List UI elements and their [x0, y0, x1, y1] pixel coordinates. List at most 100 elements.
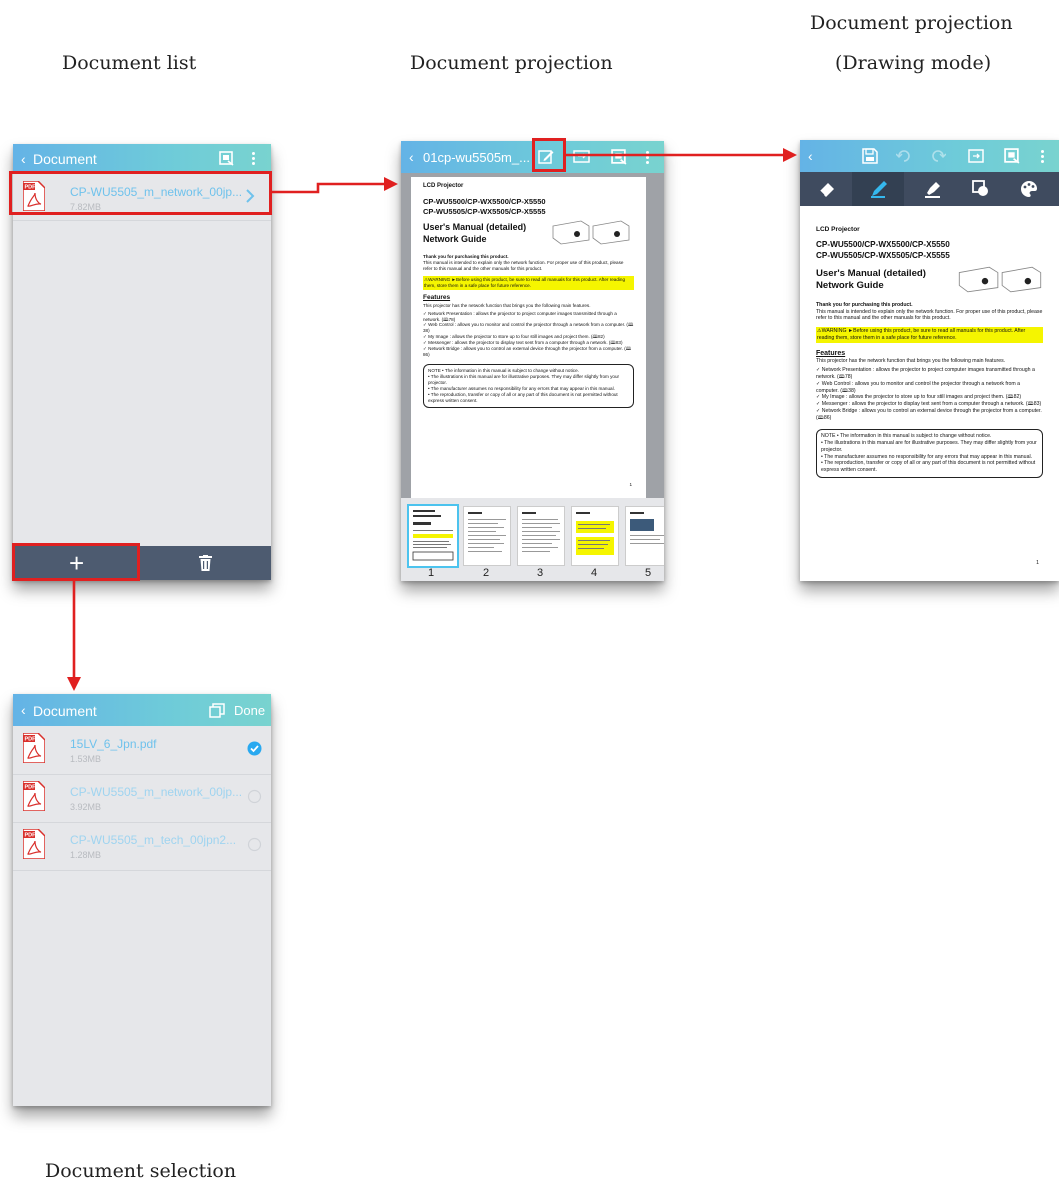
- back-button[interactable]: ‹: [409, 149, 414, 165]
- arrow-head: [384, 177, 398, 191]
- mirror-icon[interactable]: [573, 150, 590, 165]
- checked-circle-icon[interactable]: [247, 741, 262, 756]
- doc-feature-item: ✓ Network Bridge : allows you to control…: [816, 407, 1042, 421]
- projector-illustration: [958, 266, 1042, 293]
- shape-icon[interactable]: [972, 180, 990, 198]
- unchecked-circle-icon[interactable]: [247, 789, 262, 804]
- doc-feature-item: ✓ Web Control : allows you to monitor an…: [423, 322, 634, 334]
- caption-document-list: Document list: [62, 52, 197, 74]
- caption-document-projection-drawing: Document projection: [810, 12, 1013, 34]
- document-selection-screen: ‹ Document Done PDF 15LV_6_Jpn.pdf 1.53M…: [13, 694, 271, 1106]
- more-vert-icon[interactable]: [646, 151, 650, 166]
- file-name: CP-WU5505_m_tech_00jpn2...: [70, 833, 237, 847]
- back-button[interactable]: ‹: [21, 702, 26, 718]
- projector-icon[interactable]: [219, 151, 234, 166]
- projector-icon[interactable]: [1004, 148, 1020, 164]
- more-vert-icon[interactable]: [252, 152, 256, 167]
- undo-icon[interactable]: [896, 148, 912, 164]
- thumbnail-number: 4: [591, 567, 598, 579]
- doc-models-2: CP-WU5505/CP-WX5505/CP-X5555: [816, 251, 950, 261]
- page-thumbnail-4[interactable]: [571, 506, 619, 566]
- caption-drawing-mode: (Drawing mode): [835, 52, 992, 74]
- thumbnail-number: 5: [645, 567, 652, 579]
- save-icon[interactable]: [862, 148, 878, 164]
- drawing-toolbar: [800, 172, 1059, 206]
- app-bar: ‹: [800, 140, 1059, 172]
- doc-feature-item: ✓ My Image : allows the projector to sto…: [816, 394, 1022, 401]
- doc-feature-item: ✓ Network Bridge : allows you to control…: [423, 346, 632, 358]
- page-thumbnail-1[interactable]: [407, 504, 459, 568]
- doc-features-intro: This projector has the network function …: [423, 302, 591, 308]
- doc-models-2: CP-WU5505/CP-WX5505/CP-X5555: [423, 206, 546, 216]
- palette-icon[interactable]: [1020, 180, 1038, 198]
- list-item[interactable]: PDF 15LV_6_Jpn.pdf 1.53MB: [13, 726, 271, 775]
- doc-intro: This manual is intended to explain only …: [816, 308, 1043, 322]
- doc-note-line: • The reproduction, transfer or copy of …: [428, 392, 618, 404]
- app-bar: ‹ Document Done: [13, 694, 271, 726]
- screen-title: Document: [33, 703, 97, 719]
- arrow-head: [67, 677, 81, 691]
- doc-note-line: • The illustrations in this manual are f…: [821, 440, 1037, 453]
- doc-title-block: User's Manual (detailed) Network Guide: [816, 266, 1043, 298]
- pen-tool-selected[interactable]: [852, 172, 904, 206]
- file-size: 1.28MB: [70, 850, 102, 860]
- doc-feature-item: ✓ Network Presentation : allows the proj…: [816, 367, 1035, 381]
- doc-warning: ⚠WARNING ►Before using this product, be …: [816, 327, 1043, 343]
- back-button[interactable]: ‹: [21, 151, 26, 167]
- file-size: 1.53MB: [70, 754, 102, 764]
- projector-illustration: [552, 220, 630, 245]
- pen-icon: [870, 180, 888, 198]
- doc-note-box: NOTE • The information in this manual is…: [423, 364, 634, 409]
- doc-models-1: CP-WU5500/CP-WX5500/CP-X5550: [816, 240, 950, 250]
- file-name: 15LV_6_Jpn.pdf: [70, 737, 157, 751]
- doc-warning: ⚠WARNING ►Before using this product, be …: [423, 276, 634, 291]
- viewer-area: LCD Projector CP-WU5500/CP-WX5500/CP-X55…: [401, 173, 664, 498]
- arrow-list-to-projection: [272, 182, 388, 194]
- highlight-add-button: [12, 543, 140, 581]
- thumbnail-number: 1: [428, 567, 435, 579]
- highlight-edit-icon: [532, 138, 566, 172]
- pdf-file-icon: PDF: [23, 829, 45, 859]
- page-thumbnail-3[interactable]: [517, 506, 565, 566]
- arrow-head: [783, 148, 797, 162]
- page-thumbnail-5[interactable]: [625, 506, 664, 566]
- mirror-icon[interactable]: [968, 149, 984, 164]
- drawing-mode-screen: ‹ LCD Projector CP-WU5500/CP-WX5500/CP-X…: [800, 140, 1059, 581]
- doc-note-line: • The illustrations in this manual are f…: [428, 374, 620, 386]
- doc-heading: LCD Projector: [423, 183, 464, 189]
- svg-text:PDF: PDF: [25, 833, 37, 839]
- page-thumbnail-2[interactable]: [463, 506, 511, 566]
- document-page[interactable]: LCD Projector CP-WU5500/CP-WX5500/CP-X55…: [411, 177, 646, 498]
- eraser-icon[interactable]: [818, 181, 836, 197]
- redo-icon[interactable]: [930, 148, 946, 164]
- pdf-file-icon: PDF: [23, 781, 45, 811]
- doc-title-block: User's Manual (detailed) Network Guide: [423, 220, 634, 250]
- unchecked-circle-icon[interactable]: [247, 837, 262, 852]
- doc-heading: LCD Projector: [816, 226, 860, 233]
- screen-title: Document: [33, 151, 97, 167]
- document-page[interactable]: LCD Projector CP-WU5500/CP-WX5500/CP-X55…: [800, 206, 1059, 581]
- done-button[interactable]: Done: [234, 703, 265, 718]
- projector-icon[interactable]: [611, 149, 627, 165]
- app-bar: ‹ Document: [13, 144, 271, 174]
- doc-features-title: Features: [423, 294, 451, 302]
- more-vert-icon[interactable]: [1041, 150, 1045, 165]
- doc-feature-item: ✓ Web Control : allows you to monitor an…: [816, 380, 1021, 394]
- trash-icon[interactable]: [199, 555, 212, 571]
- doc-page-number: 1: [629, 482, 632, 488]
- pdf-file-icon: PDF: [23, 733, 45, 763]
- doc-features-intro: This projector has the network function …: [816, 357, 1006, 364]
- thumbnail-number: 3: [537, 567, 544, 579]
- doc-note-line: NOTE • The information in this manual is…: [821, 433, 992, 440]
- highlighter-icon[interactable]: [924, 180, 942, 198]
- back-button[interactable]: ‹: [808, 148, 813, 164]
- screen-title: 01cp-wu5505m_...: [423, 150, 530, 165]
- doc-note-line: • The reproduction, transfer or copy of …: [821, 460, 1036, 474]
- doc-note-line: • The manufacturer assumes no responsibi…: [821, 453, 1033, 460]
- list-item[interactable]: PDF CP-WU5505_m_network_00jp... 3.92MB: [13, 774, 271, 823]
- svg-text:PDF: PDF: [25, 737, 37, 743]
- list-item[interactable]: PDF CP-WU5505_m_tech_00jpn2... 1.28MB: [13, 822, 271, 871]
- select-all-icon[interactable]: [209, 703, 225, 718]
- doc-note-box: NOTE • The information in this manual is…: [816, 429, 1043, 478]
- document-projection-screen: ‹ 01cp-wu5505m_... LCD Projector CP-WU55…: [401, 141, 664, 581]
